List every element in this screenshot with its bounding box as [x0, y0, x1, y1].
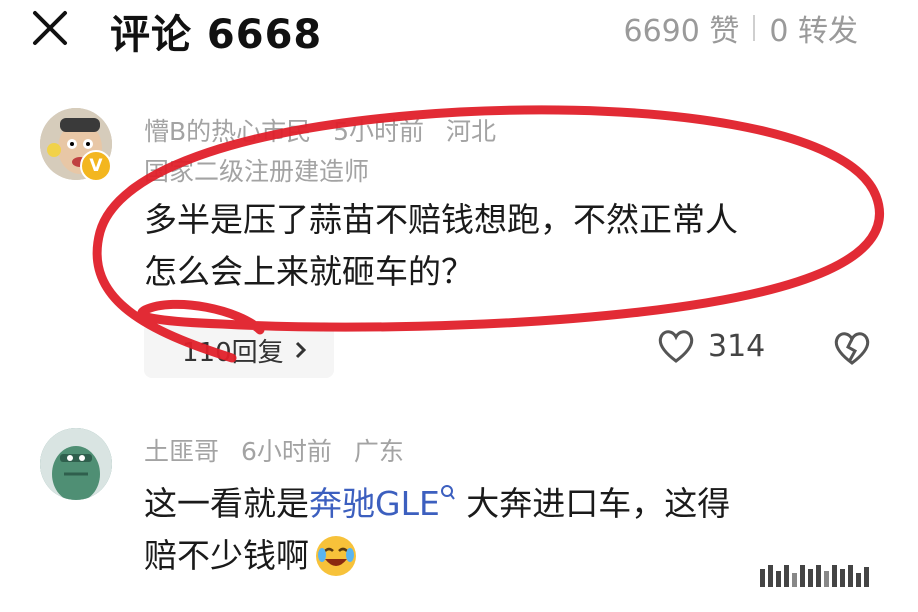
search-icon — [440, 485, 455, 500]
comment-segment: 赔不少钱啊 — [144, 536, 309, 575]
laugh-cry-emoji — [316, 536, 356, 576]
watermark-mark — [760, 565, 869, 587]
location: 广东 — [353, 437, 404, 466]
search-link-text: 奔驰GLE — [309, 484, 440, 523]
comment-segment: 这一看就是 — [144, 484, 309, 523]
timestamp: 6小时前 — [240, 437, 332, 466]
avatar-monster-icon — [40, 428, 112, 500]
avatar[interactable] — [40, 428, 112, 500]
comment-meta: 土匪哥 6小时前 广东 — [144, 432, 418, 468]
comment-line: 这一看就是奔驰GLE 大奔进口车，这得 — [144, 478, 884, 530]
username[interactable]: 土匪哥 — [144, 437, 219, 466]
search-link[interactable]: 奔驰GLE — [309, 484, 456, 523]
comment-segment: 大奔进口车，这得 — [455, 484, 731, 523]
